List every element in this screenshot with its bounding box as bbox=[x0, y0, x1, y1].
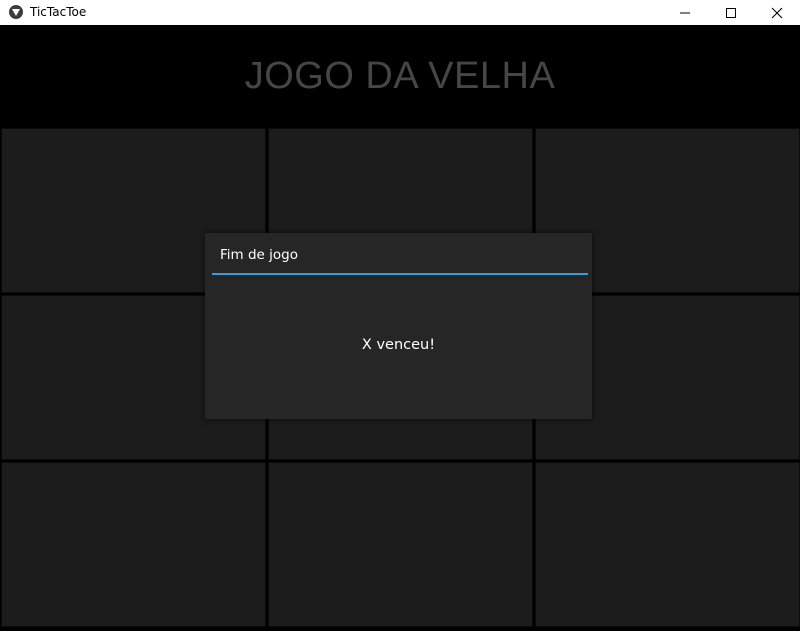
board-cell-9[interactable] bbox=[535, 462, 800, 627]
window-titlebar[interactable]: TicTacToe bbox=[0, 0, 800, 25]
dialog-message: X venceu! bbox=[361, 337, 436, 353]
dialog-title: Fim de jogo bbox=[220, 247, 298, 263]
board-cell-7[interactable] bbox=[1, 462, 266, 627]
close-button[interactable] bbox=[754, 0, 800, 25]
window-title: TicTacToe bbox=[30, 5, 87, 19]
minimize-icon bbox=[680, 12, 690, 14]
maximize-button[interactable] bbox=[708, 0, 754, 25]
close-icon bbox=[771, 7, 783, 19]
board-cell-8[interactable] bbox=[268, 462, 533, 627]
kivy-logo-icon bbox=[9, 5, 23, 19]
maximize-icon bbox=[726, 8, 736, 18]
game-title: JOGO DA VELHA bbox=[244, 55, 556, 97]
game-over-dialog[interactable]: Fim de jogo X venceu! bbox=[205, 233, 592, 419]
dialog-title-divider bbox=[212, 273, 588, 275]
game-header: JOGO DA VELHA bbox=[0, 25, 800, 127]
minimize-button[interactable] bbox=[662, 0, 708, 25]
